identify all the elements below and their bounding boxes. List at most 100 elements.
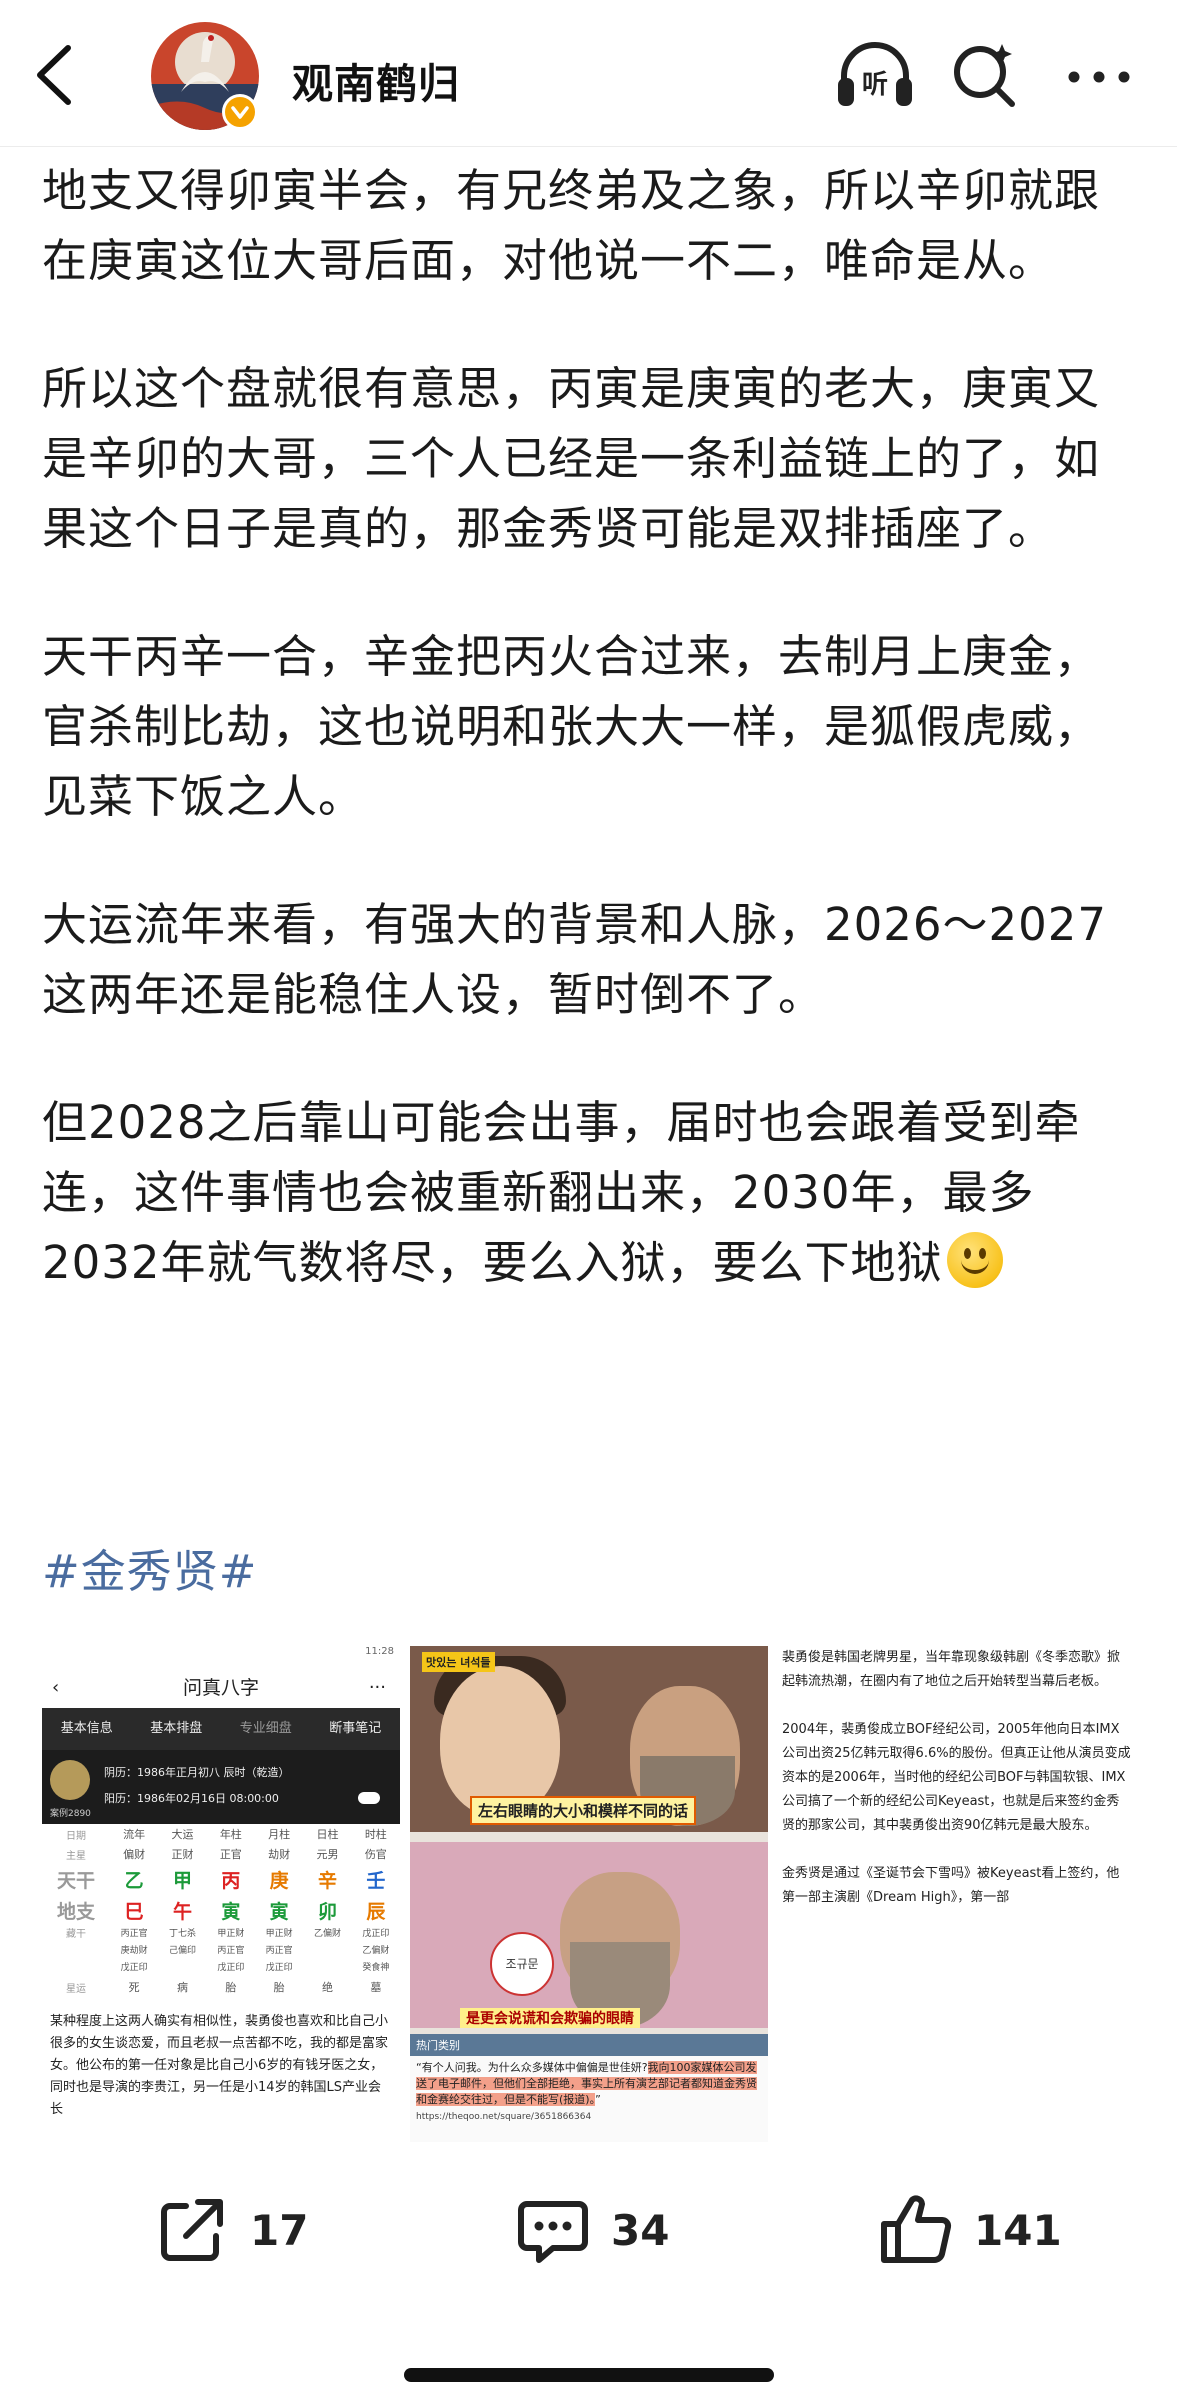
news-url: https://theqoo.net/square/3651866364 bbox=[416, 2112, 592, 2122]
like-icon bbox=[881, 2195, 952, 2263]
search-button[interactable] bbox=[950, 40, 1020, 110]
user-name[interactable]: 观南鹤归 bbox=[292, 50, 460, 110]
post-image-3[interactable]: 裴勇俊是韩国老牌男星，当年靠现象级韩剧《冬季恋歌》掀起韩流热潮，在圈内有了地位之… bbox=[778, 1646, 1136, 2142]
tv-caption: 是更会说谎和会欺骗的眼睛 bbox=[460, 2008, 640, 2028]
bazi-hidden: 丙正官 bbox=[265, 1946, 293, 1956]
bazi-branch: 巳 bbox=[124, 1901, 144, 1923]
image-text-paragraph: 金秀贤是通过《圣诞节会下雪吗》被Keyeast看上签约，他第一部主演剧《Drea… bbox=[782, 1866, 1120, 1905]
like-count: 141 bbox=[974, 2205, 1062, 2255]
like-button[interactable]: 141 bbox=[876, 2188, 1062, 2272]
listen-label: 听 bbox=[862, 70, 888, 100]
bazi-stem: 丙 bbox=[221, 1870, 241, 1892]
post-paragraph-text: 但2028之后靠山可能会出事，届时也会跟着受到牵连，这件事情也会被重新翻出来，2… bbox=[42, 1096, 1081, 1289]
bazi-branch: 寅 bbox=[221, 1901, 241, 1923]
listen-button[interactable]: 听 bbox=[834, 38, 916, 110]
more-icon bbox=[1068, 71, 1130, 83]
bazi-stage: 胎 bbox=[273, 1981, 285, 1994]
nameplate: 조규문 bbox=[490, 1932, 554, 1996]
bazi-hidden: 丙正官 bbox=[120, 1929, 148, 1939]
app-tab: 基本排盘 bbox=[150, 1721, 203, 1736]
app-back-icon: ‹ bbox=[52, 1677, 60, 1698]
post-paragraph: 大运流年来看，有强大的背景和人脉，2026～2027这两年还是能稳住人设，暂时倒… bbox=[42, 898, 1108, 1021]
image-caption-text: 某种程度上这两人确实有相似性，裴勇俊也喜欢和比自己小很多的女生谈恋爱，而且老叔一… bbox=[50, 2014, 389, 2117]
bazi-hidden: 戊正印 bbox=[120, 1963, 148, 1973]
app-title-bar: ‹ 问真八字 ··· bbox=[42, 1668, 400, 1708]
bazi-header: 年柱 bbox=[219, 1828, 242, 1841]
more-options-button[interactable] bbox=[1064, 64, 1134, 90]
profile-thumb-icon bbox=[50, 1760, 90, 1800]
comment-count: 34 bbox=[611, 2205, 670, 2255]
search-icon bbox=[954, 44, 1015, 107]
bazi-hidden: 戊正印 bbox=[217, 1963, 245, 1973]
post-paragraph: 所以这个盘就很有意思，丙寅是庚寅的老大，庚寅又是辛卯的大哥，三个人已经是一条利益… bbox=[42, 362, 1101, 555]
back-button[interactable] bbox=[30, 40, 80, 110]
bazi-label: 天干 bbox=[56, 1870, 95, 1892]
app-tabs: 基本信息 基本排盘 专业细盘 断事笔记 bbox=[42, 1708, 400, 1750]
post-image-2[interactable]: 맛있는 녀석들 左右眼睛的大小和模样不同的话 조규문 是更会说谎和会欺骗的眼睛 … bbox=[410, 1646, 768, 2142]
post-paragraph: 地支又得卯寅半会，有兄终弟及之象，所以辛卯就跟在庚寅这位大哥后面，对他说一不二，… bbox=[42, 164, 1101, 287]
app-title: 问真八字 bbox=[182, 1677, 259, 1699]
bazi-stage: 墓 bbox=[370, 1981, 382, 1994]
bazi-header: 时柱 bbox=[364, 1828, 387, 1841]
bazi-branch: 午 bbox=[172, 1901, 192, 1923]
news-header: 热门类别 bbox=[410, 2034, 768, 2056]
tv-screenshot-2: 조규문 是更会说谎和会欺骗的眼睛 bbox=[410, 1842, 768, 2028]
post-paragraph-last: 但2028之后靠山可能会出事，届时也会跟着受到牵连，这件事情也会被重新翻出来，2… bbox=[42, 1088, 1142, 1298]
verified-badge-icon bbox=[222, 94, 258, 130]
bazi-stem: 辛 bbox=[317, 1870, 337, 1892]
bazi-header: 大运 bbox=[171, 1828, 194, 1841]
app-more-icon: ··· bbox=[368, 1677, 386, 1698]
bazi-stage: 绝 bbox=[321, 1981, 333, 1994]
bazi-cell: 主星 bbox=[66, 1850, 86, 1862]
bazi-stage: 胎 bbox=[225, 1981, 237, 1994]
smile-emoji-icon bbox=[946, 1232, 1003, 1288]
bazi-hidden: 戊正印 bbox=[362, 1929, 390, 1939]
news-body: “有个人问我。为什么众多媒体中偏偏是世佳妍?我向100家媒体公司发送了电子邮件，… bbox=[410, 2056, 768, 2112]
bazi-branch: 寅 bbox=[269, 1901, 289, 1923]
bazi-hidden bbox=[158, 1960, 206, 1977]
bazi-stem: 庚 bbox=[269, 1870, 289, 1892]
post-body: 地支又得卯寅半会，有兄终弟及之象，所以辛卯就跟在庚寅这位大哥后面，对他说一不二，… bbox=[42, 156, 1142, 1356]
share-icon bbox=[161, 2199, 223, 2261]
app-tab: 断事笔记 bbox=[329, 1721, 382, 1736]
post-paragraph: 天干丙辛一合，辛金把丙火合过来，去制月上庚金，官杀制比劫，这也说明和张大大一样，… bbox=[42, 630, 1101, 823]
bazi-header: 日期 bbox=[66, 1830, 86, 1842]
bazi-label: 地支 bbox=[56, 1901, 95, 1923]
bazi-hidden: 癸食神 bbox=[362, 1963, 390, 1973]
bazi-stage: 病 bbox=[176, 1981, 188, 1994]
bazi-header: 流年 bbox=[123, 1828, 146, 1841]
bazi-table: 日期 流年 大运 年柱 月柱 日柱 时柱 主星 偏财 正财 正官 劫财 元男 伤… bbox=[42, 1824, 400, 1997]
bazi-stage: 死 bbox=[128, 1981, 140, 1994]
tv-caption: 左右眼睛的大小和模样不同的话 bbox=[470, 1796, 697, 1825]
bazi-hidden: 乙偏财 bbox=[313, 1929, 341, 1939]
post-image-1[interactable]: 11:28 ‹ 问真八字 ··· 基本信息 基本排盘 专业细盘 断事笔记 阴历：… bbox=[42, 1646, 400, 2142]
bottom-action-bar: 17 34 141 bbox=[0, 2142, 1177, 2324]
back-arrow-icon bbox=[37, 45, 71, 105]
home-indicator bbox=[0, 2324, 1177, 2406]
bazi-hidden: 甲正财 bbox=[217, 1929, 245, 1939]
bazi-cell: 元男 bbox=[316, 1848, 339, 1861]
app-tab: 基本信息 bbox=[60, 1721, 113, 1736]
comment-button[interactable]: 34 bbox=[513, 2188, 669, 2272]
status-time: 11:28 bbox=[365, 1646, 394, 1657]
bazi-cell: 偏财 bbox=[123, 1848, 146, 1861]
news-text: “有个人问我。为什么众多媒体中偏偏是世佳妍? bbox=[416, 2061, 648, 2074]
bazi-header: 日柱 bbox=[316, 1828, 339, 1841]
bazi-cell: 劫财 bbox=[268, 1848, 291, 1861]
bazi-label: 藏干 bbox=[66, 1929, 86, 1940]
share-count: 17 bbox=[250, 2205, 309, 2255]
bazi-stem: 乙 bbox=[124, 1870, 144, 1892]
news-text-end: ” bbox=[595, 2093, 601, 2106]
bazi-hidden: 丁七杀 bbox=[168, 1929, 196, 1939]
home-bar[interactable] bbox=[404, 2368, 774, 2382]
hashtag-link[interactable]: #金秀贤# bbox=[42, 1535, 257, 1600]
lunar-date: 阴历：1986年正月初八 辰时（乾造） bbox=[104, 1766, 290, 1779]
bazi-cell: 正官 bbox=[219, 1848, 242, 1861]
bazi-branch: 辰 bbox=[366, 1901, 386, 1923]
share-button[interactable]: 17 bbox=[152, 2188, 308, 2272]
toggle-icon bbox=[358, 1792, 380, 1804]
app-tab: 专业细盘 bbox=[239, 1721, 292, 1736]
birth-info: 阴历：1986年正月初八 辰时（乾造） 阳历：1986年02月16日 08:00… bbox=[42, 1750, 400, 1824]
case-id: 案例2890 bbox=[50, 1809, 91, 1819]
bazi-hidden: 庚劫财 bbox=[120, 1946, 148, 1956]
